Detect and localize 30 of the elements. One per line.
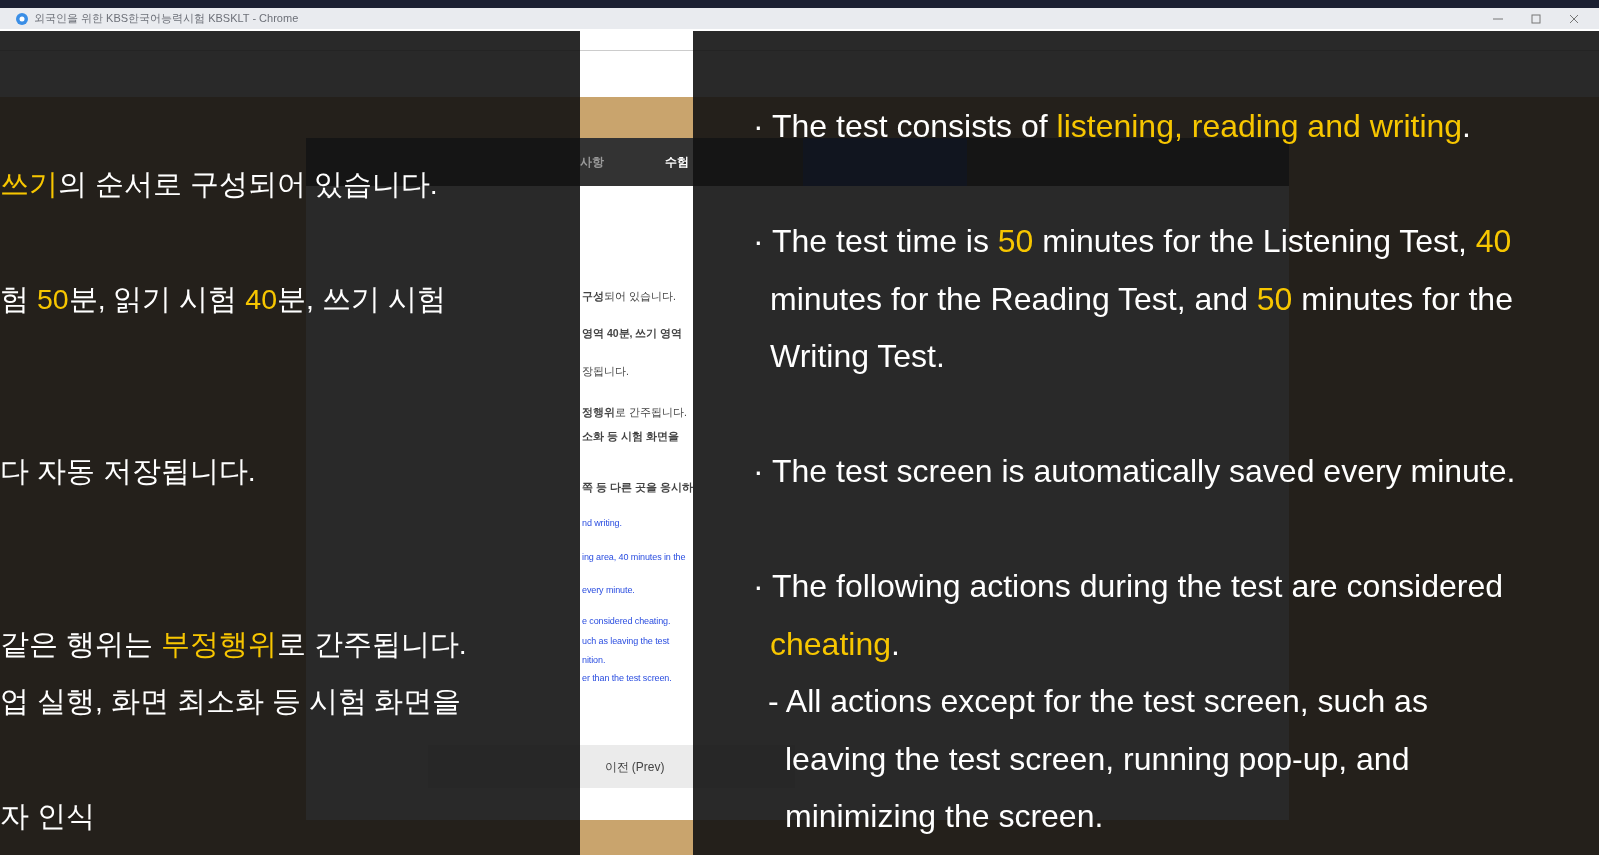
subtitle-line: 자 인식 bbox=[0, 799, 95, 834]
subtitle-line: 업 실행, 화면 최소화 등 시험 화면을 bbox=[0, 684, 462, 719]
window-title: 외국인을 위한 KBS한국어능력시험 KBSKLT - Chrome bbox=[34, 11, 299, 27]
subtitle-text: · The test consists of listening, reading and writing. bbox=[752, 107, 1472, 146]
notice-text: nd writing. bbox=[582, 517, 622, 530]
notice-text: 장됩니다. bbox=[582, 364, 629, 379]
tab-label[interactable]: 사항 bbox=[580, 153, 604, 171]
tab-label[interactable]: 수험 bbox=[665, 153, 689, 171]
notice-text: ing area, 40 minutes in the bbox=[582, 551, 686, 564]
subtitle-line: 쓰기 의 순서로 구성되어 있습니다. bbox=[0, 166, 438, 202]
notice-text: er than the test screen. bbox=[582, 672, 672, 685]
notice-text: 소화 등 시험 화면을 bbox=[582, 429, 679, 444]
subtitle-text: · The test screen is automatically saved every minute. bbox=[752, 452, 1517, 491]
notice-text: 영역 40분, 쓰기 영역 bbox=[582, 326, 683, 341]
notice-text: nition. bbox=[582, 654, 606, 667]
subtitle-line: 험 50분, 읽기 시험 40분, 쓰기 시험 bbox=[0, 281, 446, 317]
maximize-icon[interactable] bbox=[1531, 13, 1541, 24]
subtitle-text: - All actions except for the test screen, such as leaving the test screen, running pop-up, and minimizing the screen. bbox=[767, 682, 1429, 836]
subtitle-line: 같은 행위는 부정행위 로 간주됩니다. bbox=[0, 626, 467, 662]
notice-text: 정행위로 간주됩니다. bbox=[582, 405, 687, 420]
notice-text: every minute. bbox=[582, 584, 635, 597]
subtitle-line: 다 자동 저장됩니다. bbox=[0, 454, 256, 489]
browser-logo-icon bbox=[16, 12, 28, 25]
subtitle-text: · The following actions during the test are considered cheating. bbox=[752, 567, 1505, 664]
notice-text: uch as leaving the test bbox=[582, 635, 670, 648]
subtitle-text: · The test time is 50 minutes for the Listening Test, 40 minutes for the Reading Test, and 50 minutes for the Writing Test. bbox=[752, 222, 1514, 376]
notice-text: e considered cheating. bbox=[582, 615, 671, 628]
notice-text: 구성되어 있습니다. bbox=[582, 289, 676, 304]
notice-text: 쪽 등 다른 곳을 응시하 bbox=[582, 480, 693, 495]
close-icon[interactable] bbox=[1569, 13, 1579, 24]
